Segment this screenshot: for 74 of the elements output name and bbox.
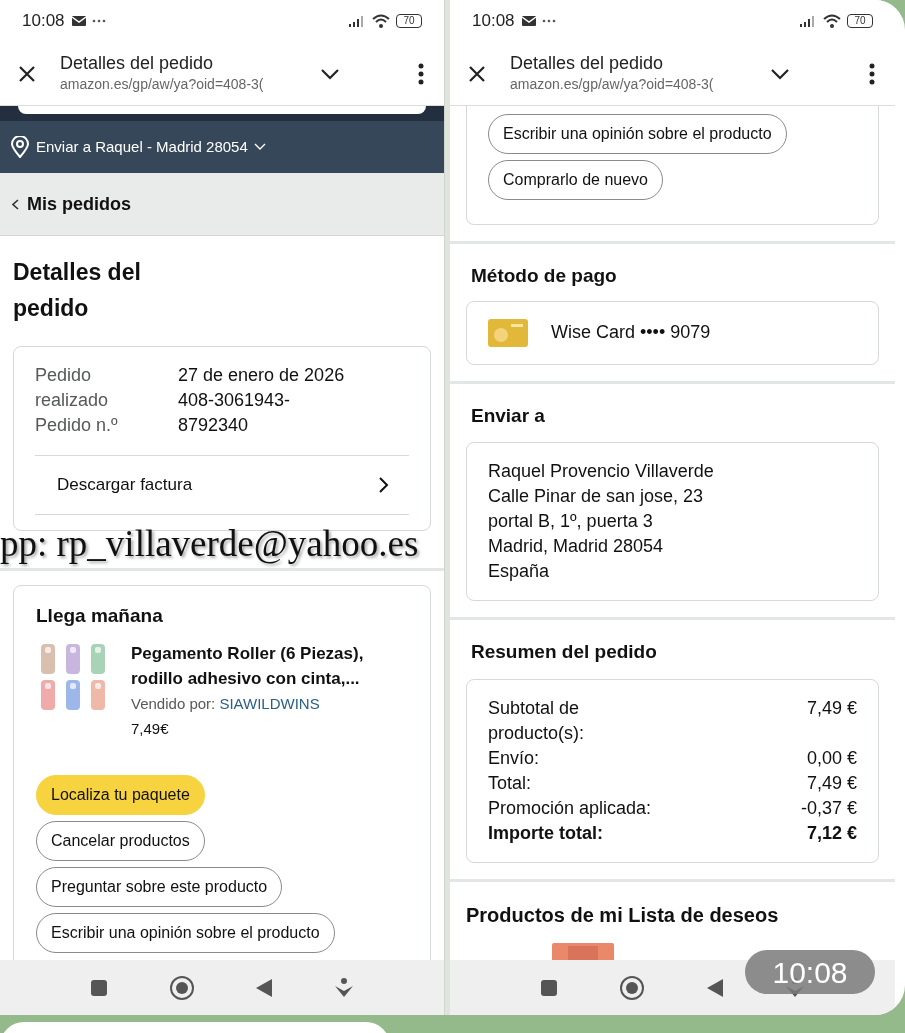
address-line: Madrid, Madrid 28054 xyxy=(488,535,665,558)
url-text: amazon.es/gp/aw/ya?oid=408-3( xyxy=(60,75,265,95)
wifi-icon xyxy=(822,13,842,29)
action-button[interactable]: Escribir una opinión sobre el producto xyxy=(36,912,335,953)
back-link[interactable]: Mis pedidos xyxy=(12,190,131,218)
url-text: amazon.es/gp/aw/ya?oid=408-3( xyxy=(510,75,715,95)
overlay-caption: pp: rp_villaverde@yahoo.es xyxy=(0,523,419,564)
close-icon xyxy=(468,64,486,83)
action-button[interactable]: Preguntar sobre este producto xyxy=(36,866,283,907)
address-line: portal B, 1º, puerta 3 xyxy=(488,510,654,533)
page-title: Detalles del pedido xyxy=(510,51,665,75)
summary-value: 7,49 € xyxy=(806,696,857,720)
summary-label: Total: xyxy=(488,771,533,795)
address-line: Calle Pinar de san jose, 23 xyxy=(488,485,705,508)
location-pin-icon xyxy=(10,136,30,158)
home-circle-icon xyxy=(168,974,195,1001)
chevron-right-icon xyxy=(379,477,389,493)
section-heading: Resumen del pedido xyxy=(471,640,658,664)
chevron-left-icon xyxy=(12,198,19,210)
more-vertical-icon xyxy=(418,62,424,85)
section-heading: Productos de mi Lista de deseos xyxy=(466,902,780,928)
summary-value: 7,12 € xyxy=(806,821,857,845)
more-icon xyxy=(90,18,107,24)
chevron-down-icon xyxy=(320,67,340,80)
section-heading: Método de pago xyxy=(471,264,618,288)
home-circle-icon xyxy=(619,974,646,1001)
summary-value: 7,49 € xyxy=(806,771,857,795)
order-info-label: Pedido n.º xyxy=(35,414,119,437)
summary-label: Importe total: xyxy=(488,821,604,845)
close-icon xyxy=(18,64,36,83)
message-timestamp: 10:08 xyxy=(745,950,875,994)
product-title-link[interactable]: Pegamento Roller (6 Piezas), rodillo adhesivo con cinta,... xyxy=(131,640,401,691)
card-name: Wise Card •••• 9079 xyxy=(551,321,711,344)
address-line: España xyxy=(488,560,551,583)
page-title: Detalles del pedido xyxy=(60,51,215,75)
wifi-icon xyxy=(371,13,391,29)
section-heading: Enviar a xyxy=(471,403,546,428)
signal-icon xyxy=(348,15,366,27)
summary-label: Subtotal de producto(s): xyxy=(488,696,586,745)
download-icon xyxy=(333,977,354,998)
signal-icon xyxy=(799,15,817,27)
invoice-link-row[interactable]: Descargar factura xyxy=(35,455,409,515)
status-time: 10:08 xyxy=(472,10,515,33)
seller-link[interactable]: SIAWILDWINS xyxy=(219,694,320,712)
page-heading: Detalles del pedido xyxy=(13,258,142,323)
back-triangle-icon xyxy=(705,977,724,998)
mail-icon xyxy=(70,15,87,27)
chevron-down-icon xyxy=(770,67,790,80)
square-icon xyxy=(540,978,559,997)
summary-label: Promoción aplicada: xyxy=(488,796,653,820)
address-line: Raquel Provencio Villaverde xyxy=(488,460,715,483)
action-button[interactable]: Escribir una opinión sobre el producto xyxy=(488,114,787,154)
order-info-value: 27 de enero de 2026 xyxy=(178,364,346,387)
back-triangle-icon xyxy=(255,977,274,998)
action-button[interactable]: Localiza tu paquete xyxy=(36,774,205,815)
battery-indicator: 70 xyxy=(396,14,422,28)
summary-label: Envío: xyxy=(488,746,541,770)
more-icon xyxy=(540,18,557,24)
seller-label: Vendido por: xyxy=(131,694,216,712)
product-price: 7,49€ xyxy=(131,718,170,739)
action-button[interactable]: Cancelar productos xyxy=(36,820,205,861)
more-vertical-icon xyxy=(869,62,875,85)
card-icon xyxy=(487,317,529,348)
mail-icon xyxy=(520,15,537,27)
order-info-value: 408-3061943-8792340 xyxy=(178,389,292,437)
status-time: 10:08 xyxy=(22,10,65,33)
square-icon xyxy=(90,978,109,997)
summary-value: -0,37 € xyxy=(800,796,857,820)
section-heading: Llega mañana xyxy=(36,604,164,628)
order-info-label: Pedido realizado xyxy=(35,364,110,412)
battery-indicator: 70 xyxy=(847,14,873,28)
action-button[interactable]: Comprarlo de nuevo xyxy=(488,160,663,200)
chevron-down-icon xyxy=(253,143,266,151)
summary-value: 0,00 € xyxy=(806,746,857,770)
